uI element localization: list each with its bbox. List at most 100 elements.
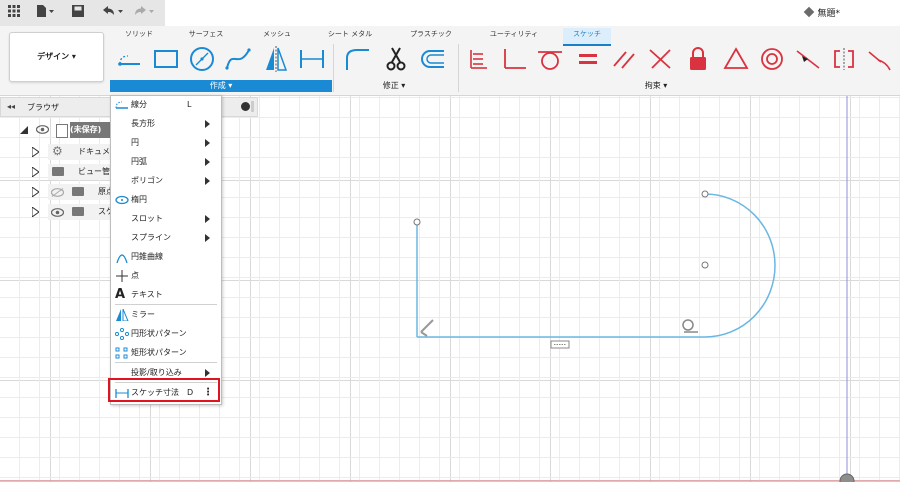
sketch-dimension-icon[interactable]	[298, 46, 326, 72]
expand-triangle-icon[interactable]	[31, 186, 40, 200]
mirror-icon[interactable]	[262, 46, 290, 72]
menu-item-label: 楕円	[131, 195, 147, 204]
menu-item-slot[interactable]: スロット	[111, 210, 221, 228]
redo-icon[interactable]	[134, 5, 156, 22]
tab-mesh[interactable]: メッシュ	[255, 28, 299, 44]
fix-lock-icon[interactable]	[684, 46, 712, 72]
menu-item-label: スプライン	[131, 233, 171, 242]
menu-item-line[interactable]: 線分 L	[111, 96, 221, 114]
eye-hidden-icon[interactable]	[50, 188, 65, 200]
equal-icon[interactable]	[574, 46, 602, 72]
submenu-arrow-icon	[205, 177, 210, 185]
divider	[333, 44, 334, 92]
tab-plastic[interactable]: プラスチック	[403, 28, 459, 44]
menu-item-rectangular-pattern[interactable]: 矩形状パターン	[111, 344, 221, 362]
tree-item-named-views[interactable]: ビュー管理	[78, 164, 110, 180]
folder-icon	[72, 187, 84, 196]
menu-item-polygon[interactable]: ポリゴン	[111, 172, 221, 190]
rectangle-icon[interactable]	[152, 46, 180, 72]
tree-item-documents[interactable]: ドキュメン	[78, 144, 110, 160]
save-icon[interactable]	[72, 5, 84, 22]
expand-triangle-icon[interactable]	[31, 206, 40, 220]
line-icon[interactable]	[116, 46, 144, 72]
fillet-icon[interactable]	[343, 46, 371, 72]
tab-sheet-metal[interactable]: シート メタル	[321, 28, 379, 44]
panel-resize-handle[interactable]	[251, 101, 254, 112]
root-component-label[interactable]: (未保存)	[70, 122, 110, 138]
submenu-arrow-icon	[205, 234, 210, 242]
menu-item-circle[interactable]: 円	[111, 134, 221, 152]
undo-icon[interactable]	[102, 5, 124, 22]
menu-item-label: 円	[131, 138, 139, 147]
menu-item-point[interactable]: 点	[111, 267, 221, 285]
menu-item-label: 線分	[131, 100, 147, 109]
expand-triangle-icon[interactable]	[20, 126, 28, 137]
submenu-arrow-icon	[205, 120, 210, 128]
menu-item-rectangle[interactable]: 長方形	[111, 115, 221, 133]
menu-item-text[interactable]: A テキスト	[111, 286, 221, 304]
trim-scissors-icon[interactable]	[382, 46, 410, 72]
offset-icon[interactable]	[418, 46, 446, 72]
create-group-label[interactable]: 作成 ▾	[110, 80, 332, 92]
tab-utility[interactable]: ユーティリティ	[483, 28, 545, 44]
collapse-icon[interactable]: ◂◂	[7, 102, 15, 111]
workspace-switcher[interactable]: デザイン ▾	[9, 32, 104, 82]
tangent-icon[interactable]	[536, 46, 564, 72]
collinear-icon[interactable]	[646, 46, 674, 72]
shortcut-label: L	[187, 100, 192, 109]
divider	[458, 44, 459, 92]
menu-item-arc[interactable]: 円弧	[111, 153, 221, 171]
document-cube-icon	[804, 6, 815, 18]
circle-icon[interactable]	[188, 46, 216, 72]
modify-group-label[interactable]: 修正 ▾	[340, 80, 448, 92]
concentric-icon[interactable]	[758, 46, 786, 72]
parallel-icon[interactable]	[610, 46, 638, 72]
grid-icon[interactable]	[8, 5, 20, 22]
menu-item-label: 点	[131, 271, 139, 280]
expand-triangle-icon[interactable]	[31, 166, 40, 180]
menu-item-label: ポリゴン	[131, 176, 163, 185]
midpoint-icon[interactable]	[794, 46, 822, 72]
minus-icon[interactable]	[241, 102, 250, 111]
conic-curve-icon	[115, 251, 129, 264]
menu-item-label: ミラー	[131, 310, 155, 319]
tab-surface[interactable]: サーフェス	[183, 28, 229, 44]
coincident-constraint-icon[interactable]	[465, 46, 493, 72]
tree-item-sketches[interactable]: スケ	[98, 204, 110, 220]
line-icon	[115, 99, 129, 111]
file-icon[interactable]	[36, 5, 54, 22]
tree-item-origin[interactable]: 原点	[98, 184, 110, 200]
perpendicular-constraint-icon	[420, 319, 434, 337]
triangle-constraint-icon[interactable]	[722, 46, 750, 72]
constraints-group-label[interactable]: 拘束 ▾	[600, 80, 712, 92]
perpendicular-icon[interactable]	[500, 46, 528, 72]
eye-icon[interactable]	[50, 208, 65, 220]
sketch-point	[413, 218, 421, 226]
quick-access-toolbar	[0, 0, 165, 26]
submenu-arrow-icon	[205, 158, 210, 166]
menu-item-label: テキスト	[131, 290, 163, 299]
menu-item-label: 円錐曲線	[131, 252, 163, 261]
menu-item-conic-curve[interactable]: 円錐曲線	[111, 248, 221, 266]
sketch-arc	[704, 193, 776, 338]
menu-separator	[115, 362, 217, 363]
menu-item-circular-pattern[interactable]: 円形状パターン	[111, 325, 221, 343]
rectangular-pattern-icon	[115, 347, 129, 359]
symmetry-icon[interactable]	[830, 46, 858, 72]
menu-item-mirror[interactable]: ミラー	[111, 306, 221, 324]
point-icon	[115, 270, 129, 282]
expand-triangle-icon[interactable]	[31, 146, 40, 160]
submenu-arrow-icon	[205, 215, 210, 223]
tab-solid[interactable]: ソリッド	[119, 28, 159, 44]
spline-icon[interactable]	[224, 46, 252, 72]
document-title-text: 無題*	[817, 9, 840, 19]
menu-item-spline[interactable]: スプライン	[111, 229, 221, 247]
text-icon: A	[115, 287, 126, 302]
eye-icon[interactable]	[35, 125, 50, 137]
tab-sketch[interactable]: スケッチ	[563, 28, 611, 46]
menu-item-label: 矩形状パターン	[131, 348, 187, 357]
menu-item-ellipse[interactable]: 楕円	[111, 191, 221, 209]
arc-center-point	[701, 261, 709, 269]
gear-icon: ⚙	[52, 144, 63, 158]
curvature-icon[interactable]	[866, 46, 894, 72]
